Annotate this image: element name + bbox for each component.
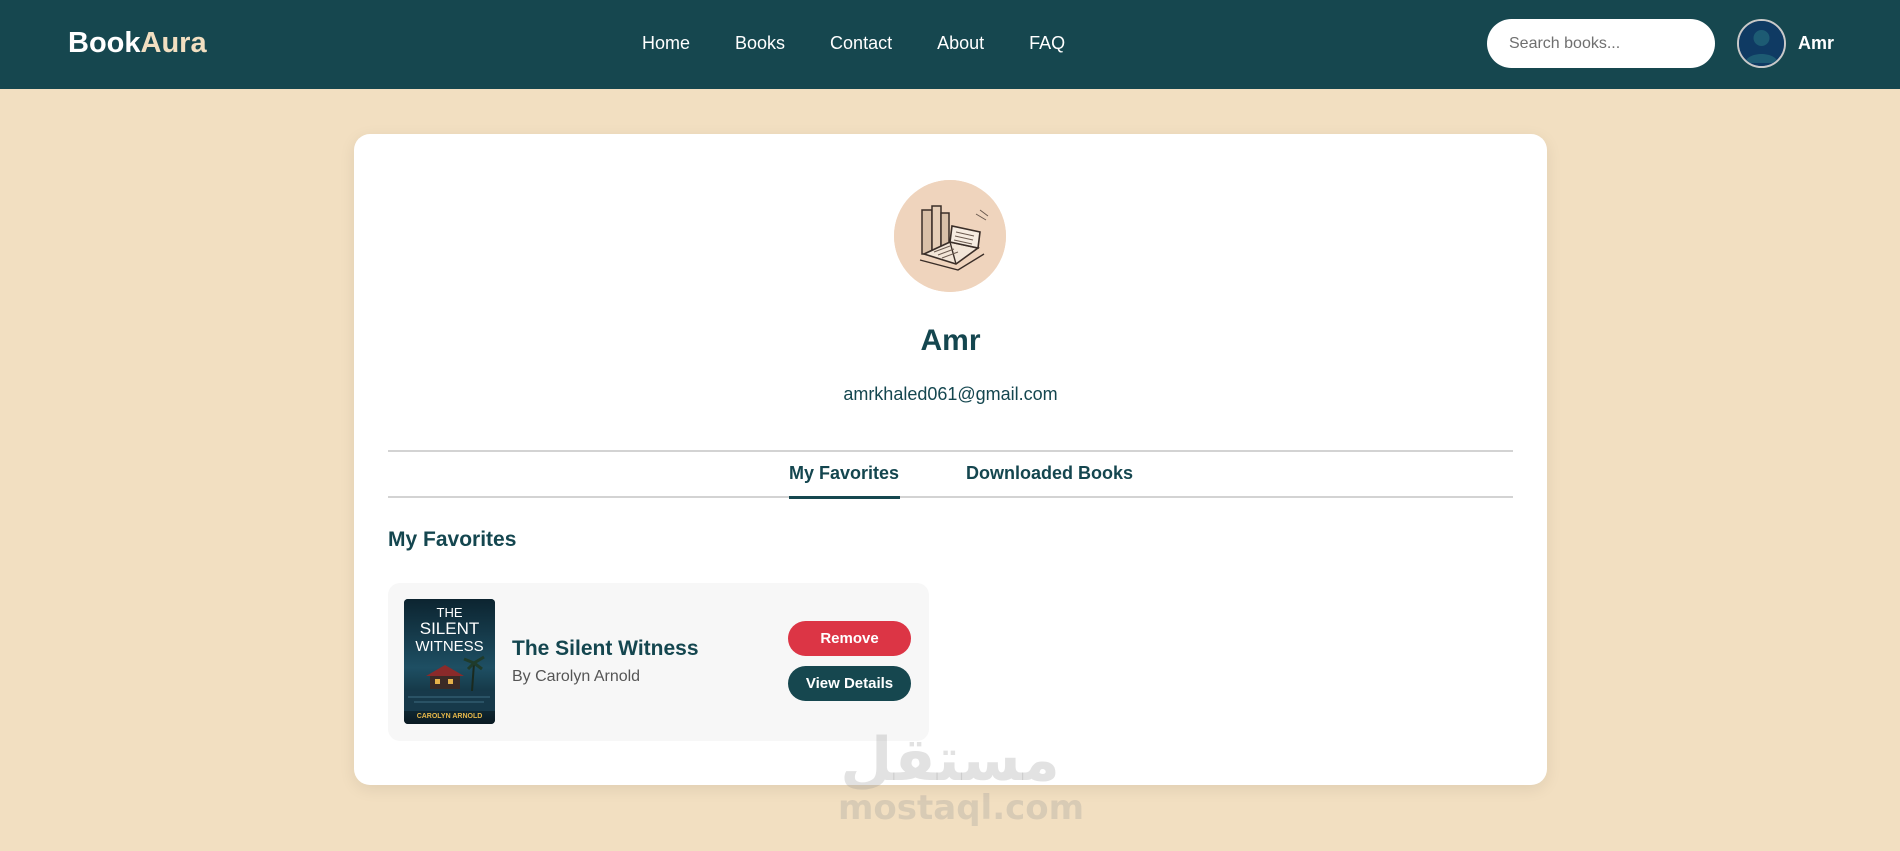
main-nav: Home Books Contact About FAQ [642,31,1065,55]
profile-name: Amr [920,324,981,357]
remove-button[interactable]: Remove [788,621,911,656]
book-cover-image: THE SILENT WITNESS CAROLYN ARNOLD [404,599,495,724]
favorite-book-item: THE SILENT WITNESS CAROLYN ARNOLD The Si… [388,583,929,741]
profile-photo [894,180,1006,292]
cover-title-line2: SILENT [420,619,480,638]
watermark-latin: mostaql.com [838,788,1085,828]
top-navbar: BookAura Home Books Contact About FAQ Am… [0,0,1900,89]
cover-author: CAROLYN ARNOLD [417,713,483,720]
favorites-section-title: My Favorites [388,528,517,551]
book-title[interactable]: The Silent Witness [512,637,699,661]
search-input[interactable] [1487,19,1715,68]
view-details-button[interactable]: View Details [788,666,911,701]
brand-logo-main: Book [68,27,141,59]
nav-link-faq[interactable]: FAQ [1029,31,1065,55]
nav-link-contact[interactable]: Contact [830,31,892,55]
tab-downloaded-books[interactable]: Downloaded Books [966,463,1133,484]
user-menu[interactable]: Amr [1737,19,1834,68]
brand-logo[interactable]: BookAura [68,26,207,60]
nav-link-home[interactable]: Home [642,31,690,55]
nav-link-about[interactable]: About [937,31,984,55]
nav-link-books[interactable]: Books [735,31,785,55]
active-tab-indicator [789,496,900,499]
user-avatar-icon[interactable] [1737,19,1786,68]
book-author: By Carolyn Arnold [512,668,641,685]
cover-title-line1: THE [437,605,463,620]
profile-card: Amr amrkhaled061@gmail.com My Favorites … [354,134,1547,785]
profile-email: amrkhaled061@gmail.com [843,384,1058,404]
brand-logo-accent: Aura [140,27,207,59]
open-book-icon [894,180,1006,292]
cover-title-line3: WITNESS [415,638,483,655]
tab-my-favorites[interactable]: My Favorites [789,463,899,484]
nav-username: Amr [1798,33,1835,53]
profile-tabs: My Favorites Downloaded Books [388,450,1513,499]
